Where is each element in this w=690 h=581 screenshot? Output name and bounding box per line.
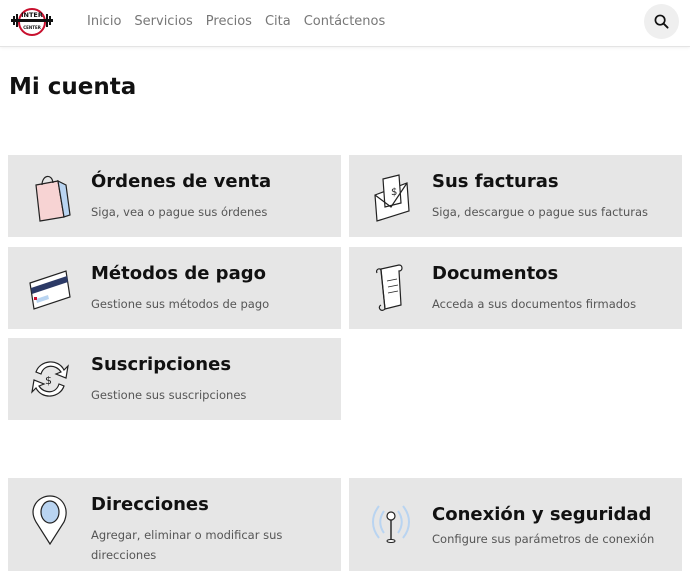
card-title: Direcciones: [91, 494, 209, 515]
nav-link-contactenos[interactable]: Contáctenos: [304, 14, 386, 29]
location-pin-icon: [28, 492, 72, 546]
inter-center-logo[interactable]: INTER CENTER: [11, 6, 53, 38]
page-title: Mi cuenta: [9, 74, 137, 100]
card-invoices[interactable]: $ Sus facturas Siga, descargue o pague s…: [349, 155, 682, 237]
logo-text-bottom: CENTER: [23, 25, 41, 30]
card-title: Documentos: [432, 263, 559, 284]
card-sales-orders[interactable]: Órdenes de venta Siga, vea o pague sus ó…: [8, 155, 341, 237]
nav-link-inicio[interactable]: Inicio: [87, 14, 121, 29]
search-icon: [654, 14, 669, 29]
card-addresses[interactable]: Direcciones Agregar, eliminar o modifica…: [8, 478, 341, 571]
svg-text:$: $: [391, 187, 397, 198]
card-description: Acceda a sus documentos firmados: [432, 297, 637, 311]
card-description: Gestione sus suscripciones: [91, 388, 247, 402]
card-title: Suscripciones: [91, 354, 232, 375]
nav-link-servicios[interactable]: Servicios: [134, 14, 192, 29]
card-description: Gestione sus métodos de pago: [91, 297, 270, 311]
card-description: Siga, descargue o pague sus facturas: [432, 205, 649, 219]
card-documents[interactable]: Documentos Acceda a sus documentos firma…: [349, 247, 682, 329]
card-title: Conexión y seguridad: [432, 504, 652, 525]
top-navbar: INTER CENTER Inicio Servicios Precios Ci…: [0, 0, 690, 47]
card-connection-security[interactable]: Conexión y seguridad Configure sus parám…: [349, 478, 682, 571]
card-title: Órdenes de venta: [91, 171, 272, 192]
document-scroll-icon: [369, 261, 413, 315]
antenna-signal-icon: [369, 496, 413, 550]
credit-card-icon: [28, 261, 72, 315]
nav-link-precios[interactable]: Precios: [206, 14, 252, 29]
main-nav: Inicio Servicios Precios Cita Contácteno…: [87, 14, 398, 29]
search-button[interactable]: [644, 4, 679, 39]
subscription-cycle-icon: $: [28, 352, 72, 406]
card-description: Agregar, eliminar o modificar sus direcc…: [91, 528, 283, 562]
svg-text:$: $: [45, 374, 52, 387]
card-subscriptions[interactable]: $ Suscripciones Gestione sus suscripcion…: [8, 338, 341, 420]
card-title: Sus facturas: [432, 171, 559, 192]
card-title: Métodos de pago: [91, 263, 266, 284]
card-description: Configure sus parámetros de conexión: [432, 532, 655, 546]
shopping-bag-icon: [28, 169, 72, 223]
card-description: Siga, vea o pague sus órdenes: [91, 205, 268, 219]
nav-link-cita[interactable]: Cita: [265, 14, 291, 29]
invoice-envelope-icon: $: [369, 169, 413, 223]
card-payment-methods[interactable]: Métodos de pago Gestione sus métodos de …: [8, 247, 341, 329]
logo-text-top: INTER: [21, 11, 43, 19]
